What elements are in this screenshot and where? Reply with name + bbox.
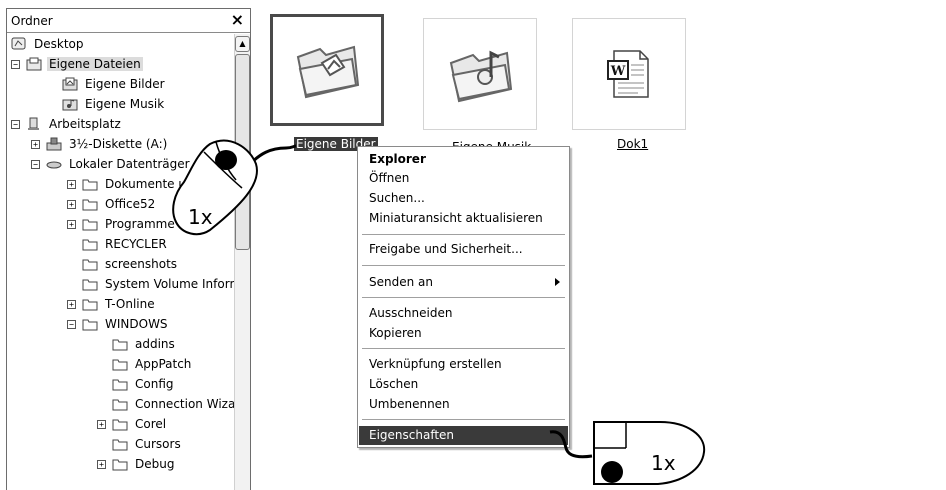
collapse-icon[interactable]: − [11,119,20,129]
collapse-icon[interactable]: − [67,319,76,329]
collapse-icon[interactable]: − [31,159,40,169]
expand-icon[interactable]: + [67,179,76,189]
item-dok1-thumbnail[interactable]: W [572,18,686,130]
folder-pane-title: Ordner [11,14,53,28]
menu-item-ausschneiden[interactable]: Ausschneiden [359,304,568,323]
context-menu: Explorer Öffnen Suchen... Miniaturansich… [357,146,570,448]
music-folder-icon [449,50,513,103]
folder-tree: Desktop − Eigene Dateien Eigene Bilder E… [7,34,250,490]
expand-icon[interactable]: + [67,199,76,209]
folder-icon [112,437,128,451]
menu-item-freigabe[interactable]: Freigabe und Sicherheit... [359,240,568,259]
tree-item-arbeitsplatz[interactable]: − Arbeitsplatz [11,114,123,134]
expand-icon[interactable]: + [97,459,106,469]
folder-icon [82,217,98,231]
tree-item-connection-wizard[interactable]: Connection Wizard [112,394,250,414]
tree-item-eigene-bilder[interactable]: Eigene Bilder [62,74,167,94]
folder-pane: Ordner × Desktop − Eigene Dateien Eigene… [6,8,251,490]
right-click-count-label: 1x [651,451,676,475]
menu-item-oeffnen[interactable]: Öffnen [359,169,568,188]
expand-icon[interactable]: + [31,139,40,149]
menu-item-senden-an[interactable]: Senden an [359,273,568,292]
vertical-scrollbar[interactable]: ▲ [234,34,250,490]
tree-item-corel[interactable]: + Corel [97,414,168,434]
menu-item-suchen[interactable]: Suchen... [359,189,568,208]
menu-item-explorer[interactable]: Explorer [359,150,568,169]
folder-icon [82,317,98,331]
my-documents-icon [26,57,42,71]
right-mouse-click-icon [549,421,706,485]
item-eigene-bilder-thumbnail[interactable] [270,14,384,126]
floppy-drive-icon [46,137,62,151]
scroll-up-arrow-icon[interactable]: ▲ [235,36,250,52]
menu-separator [362,419,565,420]
folder-icon [82,257,98,271]
folder-icon [112,417,128,431]
folder-icon [112,377,128,391]
menu-item-eigenschaften[interactable]: Eigenschaften [359,426,568,445]
tree-item-windows[interactable]: − WINDOWS [67,314,170,334]
hard-drive-icon [46,157,62,171]
submenu-arrow-icon [555,278,560,286]
my-music-icon [62,97,78,111]
tree-item-addins[interactable]: addins [112,334,177,354]
folder-icon [82,297,98,311]
tree-item-apppatch[interactable]: AppPatch [112,354,193,374]
folder-pane-header: Ordner × [7,9,250,33]
expand-icon[interactable]: + [67,219,76,229]
computer-icon [26,117,42,131]
tree-item-cursors[interactable]: Cursors [112,434,183,454]
tree-item-config[interactable]: Config [112,374,176,394]
menu-separator [362,234,565,235]
collapse-icon[interactable]: − [11,59,20,69]
tree-item-t-online[interactable]: + T-Online [67,294,157,314]
menu-item-umbenennen[interactable]: Umbenennen [359,395,568,414]
folder-icon [112,457,128,471]
menu-separator [362,265,565,266]
tree-item-system-volume[interactable]: System Volume Information [82,274,250,294]
folder-icon [82,277,98,291]
svg-text:W: W [610,64,626,79]
item-eigene-musik-thumbnail[interactable] [423,18,537,130]
menu-item-miniaturansicht[interactable]: Miniaturansicht aktualisieren [359,209,568,228]
desktop-icon [11,37,27,51]
tree-item-eigene-musik[interactable]: Eigene Musik [62,94,166,114]
tree-item-diskette[interactable]: + 3½-Diskette (A:) [31,134,169,154]
menu-separator [362,297,565,298]
tree-item-recycler[interactable]: RECYCLER [82,234,169,254]
word-document-icon: W [607,50,649,98]
menu-item-label: Senden an [369,275,433,289]
tree-item-debug[interactable]: + Debug [97,454,176,474]
tree-item-office52[interactable]: + Office52 [67,194,157,214]
menu-item-verknuepfung[interactable]: Verknüpfung erstellen [359,355,568,374]
left-click-count-label: 1x [188,205,213,229]
folder-icon [82,177,98,191]
tree-item-eigene-dateien[interactable]: − Eigene Dateien [11,54,143,74]
item-label-dok1[interactable]: Dok1 [617,137,648,151]
menu-item-loeschen[interactable]: Löschen [359,375,568,394]
pictures-folder-icon [296,45,360,99]
tree-item-screenshots[interactable]: screenshots [82,254,179,274]
folder-icon [82,197,98,211]
folder-icon [112,357,128,371]
my-pictures-icon [62,77,78,91]
expand-icon[interactable]: + [67,299,76,309]
folder-icon [82,237,98,251]
left-mouse-click-icon [172,139,297,236]
expand-icon[interactable]: + [97,419,106,429]
folder-icon [112,397,128,411]
folder-icon [112,337,128,351]
tree-item-programme[interactable]: + Programme [67,214,177,234]
menu-separator [362,348,565,349]
close-icon[interactable]: × [231,10,244,29]
menu-item-kopieren[interactable]: Kopieren [359,324,568,343]
tree-item-desktop[interactable]: Desktop [11,34,86,54]
